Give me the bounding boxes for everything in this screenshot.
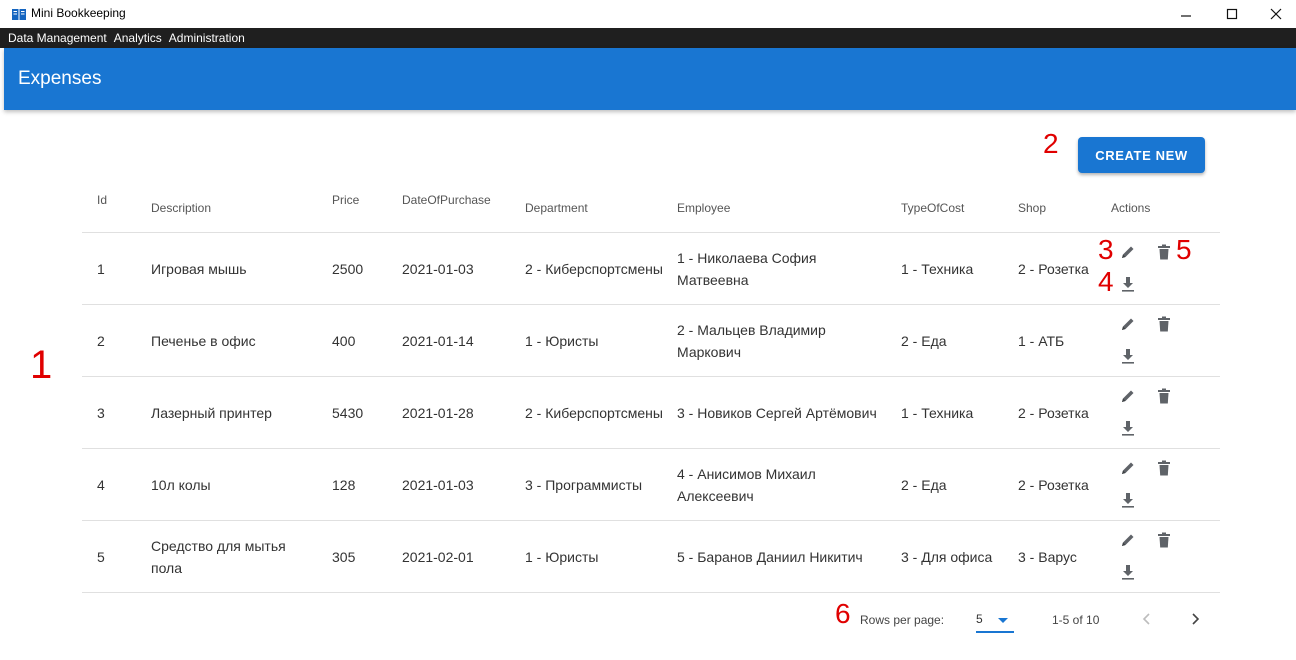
annotation-6: 6 <box>835 598 851 629</box>
rows-per-page-value: 5 <box>976 612 983 626</box>
cell-shop: 1 - АТБ <box>1018 332 1065 349</box>
trash-icon[interactable] <box>1155 459 1173 477</box>
table-row: 2 Печенье в офис 400 2021-01-14 1 - Юристы 2 … <box>82 305 1220 377</box>
cell-price: 2500 <box>332 260 364 277</box>
cell-id: 5 <box>97 548 105 565</box>
header-price[interactable]: Price <box>332 192 359 209</box>
cell-date: 2021-01-14 <box>402 332 474 349</box>
header-type[interactable]: TypeOfCost <box>901 200 964 217</box>
annotation-3: 3 <box>1098 234 1114 265</box>
download-icon[interactable] <box>1119 563 1137 581</box>
download-icon[interactable] <box>1119 347 1137 365</box>
header-employee[interactable]: Employee <box>677 200 730 217</box>
header-description[interactable]: Description <box>151 200 211 217</box>
caret-down-icon <box>998 618 1008 623</box>
cell-date: 2021-01-03 <box>402 260 474 277</box>
cell-shop: 2 - Розетка <box>1018 476 1089 493</box>
trash-icon[interactable] <box>1155 387 1173 405</box>
cell-id: 3 <box>97 404 105 421</box>
cell-id: 2 <box>97 332 105 349</box>
cell-department: 1 - Юристы <box>525 332 599 349</box>
cell-price: 128 <box>332 476 356 493</box>
cell-shop: 2 - Розетка <box>1018 404 1089 421</box>
cell-type: 2 - Еда <box>901 476 947 493</box>
window-titlebar: Mini Bookkeeping <box>0 0 1296 28</box>
cell-description: Лазерный принтер <box>151 404 272 421</box>
cell-id: 4 <box>97 476 105 493</box>
menu-data-management[interactable]: Data Management <box>8 31 107 45</box>
header-actions: Actions <box>1111 201 1151 215</box>
trash-icon[interactable] <box>1155 243 1173 261</box>
book-icon <box>12 7 26 20</box>
cell-description: 10л колы <box>151 476 211 493</box>
cell-description: Игровая мышь <box>151 260 247 277</box>
cell-department: 2 - Киберспортсмены <box>525 260 663 277</box>
table-row: 3 Лазерный принтер 5430 2021-01-28 2 - Кибер… <box>82 377 1220 449</box>
trash-icon[interactable] <box>1155 531 1173 549</box>
cell-type: 3 - Для офиса <box>901 548 993 565</box>
cell-price: 5430 <box>332 404 364 421</box>
annotation-5: 5 <box>1176 234 1192 265</box>
cell-employee: 3 - Новиков Сергей Артёмович <box>677 404 877 421</box>
app-bar: Expenses <box>4 48 1296 110</box>
cell-type: 1 - Техника <box>901 404 974 421</box>
cell-date: 2021-02-01 <box>402 548 474 565</box>
cell-employee: 4 - Анисимов Михаил Алексеевич <box>677 465 816 504</box>
cell-price: 305 <box>332 548 356 565</box>
page-title: Expenses <box>18 68 102 89</box>
cell-department: 2 - Киберспортсмены <box>525 404 663 421</box>
cell-type: 2 - Еда <box>901 332 947 349</box>
close-button[interactable] <box>1254 0 1296 28</box>
download-icon[interactable] <box>1119 419 1137 437</box>
cell-date: 2021-01-03 <box>402 476 474 493</box>
window-title: Mini Bookkeeping <box>31 6 126 20</box>
page-range: 1-5 of 10 <box>1052 613 1100 627</box>
chevron-right-icon[interactable] <box>1186 610 1204 628</box>
cell-department: 1 - Юристы <box>525 548 599 565</box>
cell-id: 1 <box>97 260 105 277</box>
download-icon[interactable] <box>1119 491 1137 509</box>
cell-description: Средство для мытья пола <box>151 537 286 576</box>
chevron-left-icon[interactable] <box>1138 610 1156 628</box>
menu-analytics[interactable]: Analytics <box>114 31 162 45</box>
cell-employee: 5 - Баранов Даниил Никитич <box>677 548 863 565</box>
rows-per-page-select[interactable]: 5 <box>976 609 1014 633</box>
pencil-icon[interactable] <box>1119 459 1137 477</box>
cell-price: 400 <box>332 332 356 349</box>
trash-icon[interactable] <box>1155 315 1173 333</box>
create-new-button[interactable]: CREATE NEW <box>1078 137 1205 173</box>
table-body: 1 Игровая мышь 2500 2021-01-03 2 - Киберспор… <box>82 233 1220 593</box>
cell-type: 1 - Техника <box>901 260 974 277</box>
table-row: 5 Средство для мытья пола 305 2021-02-01 1 -… <box>82 521 1220 593</box>
pencil-icon[interactable] <box>1119 387 1137 405</box>
cell-description: Печенье в офис <box>151 332 256 349</box>
table-row: 4 10л колы 128 2021-01-03 3 - Программисты 4 … <box>82 449 1220 521</box>
pencil-icon[interactable] <box>1119 243 1137 261</box>
menu-administration[interactable]: Administration <box>169 31 245 45</box>
expenses-table: Id Description Price DateOfPurchase Depa… <box>82 178 1220 593</box>
minimize-button[interactable] <box>1164 0 1208 28</box>
table-header: Id Description Price DateOfPurchase Depa… <box>82 178 1220 233</box>
menu-bar: Data Management Analytics Administration <box>0 28 1296 48</box>
annotation-1: 1 <box>30 343 53 387</box>
cell-employee: 1 - Николаева София Матвеевна <box>677 249 817 288</box>
cell-date: 2021-01-28 <box>402 404 474 421</box>
maximize-button[interactable] <box>1210 0 1254 28</box>
cell-shop: 3 - Варус <box>1018 548 1077 565</box>
table-row: 1 Игровая мышь 2500 2021-01-03 2 - Киберспор… <box>82 233 1220 305</box>
download-icon[interactable] <box>1119 275 1137 293</box>
rows-per-page-label: Rows per page: <box>860 613 945 627</box>
header-department[interactable]: Department <box>525 200 588 217</box>
header-id[interactable]: Id <box>97 192 107 209</box>
header-date[interactable]: DateOfPurchase <box>402 192 491 209</box>
pencil-icon[interactable] <box>1119 315 1137 333</box>
cell-employee: 2 - Мальцев Владимир Маркович <box>677 321 826 360</box>
pencil-icon[interactable] <box>1119 531 1137 549</box>
cell-department: 3 - Программисты <box>525 476 643 493</box>
header-shop[interactable]: Shop <box>1018 200 1046 217</box>
annotation-2: 2 <box>1043 128 1059 159</box>
annotation-4: 4 <box>1098 266 1114 297</box>
cell-shop: 2 - Розетка <box>1018 260 1089 277</box>
